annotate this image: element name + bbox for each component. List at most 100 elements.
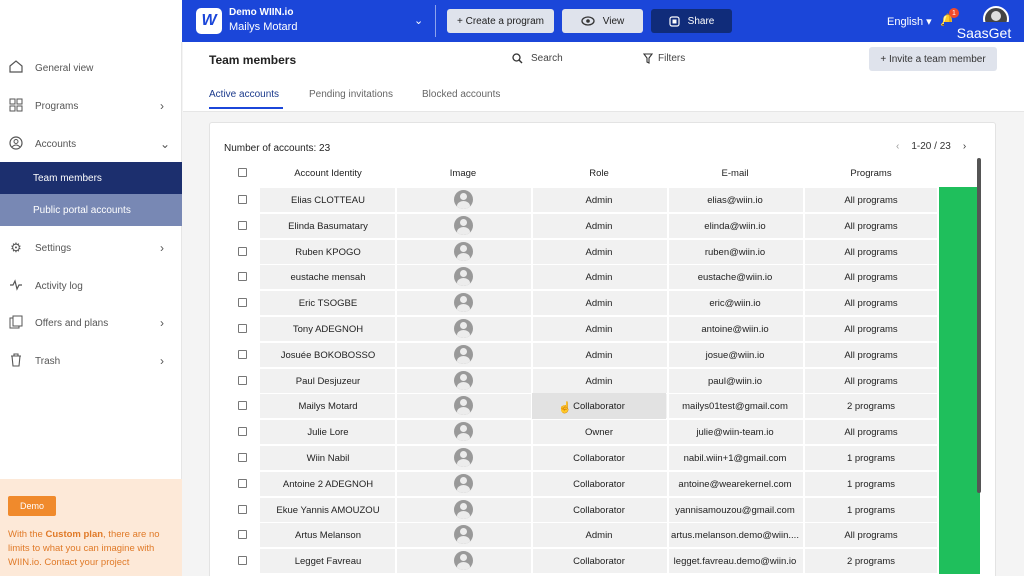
column-header[interactable]: Role: [589, 168, 609, 179]
status-indicator: [939, 212, 980, 239]
row-checkbox[interactable]: [238, 478, 247, 488]
account-identity: Wiin Nabil: [306, 452, 350, 464]
tab-pending-invitations[interactable]: Pending invitations: [309, 89, 393, 100]
account-identity: Artus Melanson: [294, 530, 362, 542]
chevron-down-icon[interactable]: ⌄: [414, 14, 423, 27]
sidebar-item-settings[interactable]: ⚙ Settings ›: [0, 230, 182, 266]
column-header[interactable]: Programs: [850, 168, 891, 179]
row-checkbox[interactable]: [238, 452, 247, 462]
column-header[interactable]: Image: [450, 168, 476, 179]
gear-icon: ⚙: [10, 240, 22, 255]
tab-blocked-accounts[interactable]: Blocked accounts: [422, 89, 500, 100]
row-checkbox[interactable]: [238, 246, 247, 256]
language-selector[interactable]: English ▾: [887, 15, 932, 28]
account-programs: 1 programs: [846, 504, 896, 516]
column-header[interactable]: E-mail: [722, 168, 749, 179]
account-email: julie@wiin-team.io: [696, 427, 774, 439]
row-checkbox[interactable]: [238, 298, 247, 308]
sidebar-item-trash[interactable]: Trash ›: [0, 343, 182, 379]
account-role: Owner: [585, 427, 613, 439]
table-row[interactable]: Elinda Basumatary Admin elinda@wiin.io All …: [227, 212, 980, 239]
wiin-logo-icon[interactable]: W: [196, 8, 222, 34]
chevron-right-icon[interactable]: ›: [963, 141, 966, 152]
promo-text-pre: With the: [8, 529, 46, 540]
table-row[interactable]: Eric TSOGBE Admin eric@wiin.io All programs: [227, 290, 980, 316]
account-identity: Eric TSOGBE: [298, 298, 358, 310]
select-all-checkbox[interactable]: [238, 168, 247, 177]
sidebar-subitem-team-members[interactable]: Team members: [0, 162, 182, 194]
share-label: Share: [687, 15, 715, 27]
create-program-button[interactable]: + Create a program: [447, 9, 554, 33]
row-checkbox[interactable]: [238, 272, 247, 282]
row-checkbox[interactable]: [238, 323, 247, 333]
avatar: [454, 215, 473, 235]
sidebar-item-label: Offers and plans: [35, 317, 109, 329]
row-checkbox[interactable]: [238, 349, 247, 359]
row-checkbox[interactable]: [238, 401, 247, 411]
sidebar-item-accounts[interactable]: Accounts ⌄: [0, 126, 182, 162]
status-indicator: [939, 522, 980, 549]
sidebar: General view Programs › Accounts ⌄ Team …: [0, 42, 182, 576]
table-row[interactable]: Antoine 2 ADEGNOH Collaborator antoine@wea…: [227, 470, 980, 497]
view-button[interactable]: View: [562, 9, 643, 33]
row-checkbox[interactable]: [238, 556, 247, 566]
table-row[interactable]: Artus Melanson Admin artus.melanson.demo@w…: [227, 522, 980, 549]
account-role: Collaborator: [573, 556, 625, 568]
row-checkbox[interactable]: [238, 220, 247, 230]
watermark: SaasGet: [944, 22, 1024, 44]
account-identity: eustache mensah: [290, 272, 366, 284]
promo-text: With the Custom plan, there are no limit…: [8, 528, 174, 570]
sidebar-item-offers-plans[interactable]: Offers and plans ›: [0, 305, 182, 341]
org-switcher[interactable]: Demo WIIN.io Mailys Motard: [229, 7, 297, 33]
row-checkbox[interactable]: [238, 375, 247, 385]
account-role: Admin: [585, 220, 613, 232]
row-checkbox[interactable]: [238, 504, 247, 514]
account-role: Collaborator: [573, 401, 625, 413]
table-row[interactable]: eustache mensah Admin eustache@wiin.io All …: [227, 264, 980, 291]
sidebar-item-general-view[interactable]: General view: [0, 50, 182, 86]
table-row[interactable]: Legget Favreau Collaborator legget.favreau…: [227, 548, 980, 574]
chevron-down-icon: ⌄: [160, 137, 171, 151]
tab-active-accounts[interactable]: Active accounts: [209, 89, 279, 100]
sidebar-subitem-public-portal[interactable]: Public portal accounts: [0, 194, 182, 226]
table-row[interactable]: Paul Desjuzeur Admin paul@wiin.io All progr…: [227, 367, 980, 394]
sidebar-item-programs[interactable]: Programs ›: [0, 88, 182, 124]
search-button[interactable]: Search: [512, 53, 563, 64]
table-row[interactable]: Julie Lore Owner julie@wiin-team.io All pro…: [227, 419, 980, 445]
content-header: Team members Search Filters + Invite a t…: [183, 42, 1024, 112]
share-button[interactable]: Share: [651, 9, 732, 33]
org-user: Mailys Motard: [229, 21, 298, 33]
invite-team-member-button[interactable]: + Invite a team member: [869, 47, 997, 71]
table-row[interactable]: Wiin Nabil Collaborator nabil.wiin+1@gmail…: [227, 444, 980, 471]
table-row[interactable]: Ruben KPOGO Admin ruben@wiin.io All program…: [227, 238, 980, 265]
account-programs: All programs: [844, 298, 898, 310]
page-title: Team members: [209, 53, 297, 67]
demo-badge[interactable]: Demo: [8, 496, 56, 516]
grid-icon: [8, 98, 24, 115]
chevron-left-icon[interactable]: ‹: [896, 141, 899, 152]
account-role: Admin: [585, 530, 613, 542]
account-role: Admin: [585, 272, 613, 284]
account-email: nabil.wiin+1@gmail.com: [683, 452, 787, 464]
account-programs: All programs: [844, 530, 898, 542]
search-icon: [512, 53, 523, 64]
row-checkbox[interactable]: [238, 427, 247, 437]
pager-range: 1-20 / 23: [911, 141, 951, 152]
column-header[interactable]: Account Identity: [294, 168, 362, 179]
table-row[interactable]: Mailys Motard Collaborator mailys01test@gm…: [227, 393, 980, 420]
header-divider: [435, 5, 436, 37]
table-row[interactable]: Ekue Yannis AMOUZOU Collaborator yannisamo…: [227, 496, 980, 523]
filters-label: Filters: [658, 53, 686, 64]
table-row[interactable]: Josuée BOKOBOSSO Admin josue@wiin.io All pr…: [227, 341, 980, 368]
row-checkbox[interactable]: [238, 530, 247, 540]
table-row[interactable]: Elias CLOTTEAU Admin elias@wiin.io All prog…: [227, 187, 980, 213]
sidebar-item-activity-log[interactable]: Activity log: [0, 268, 182, 304]
row-checkbox[interactable]: [238, 195, 247, 204]
table-scrollbar[interactable]: [977, 158, 981, 493]
account-role: Admin: [585, 349, 613, 361]
status-indicator: [939, 470, 980, 497]
filters-button[interactable]: Filters: [643, 53, 685, 64]
account-identity: Elinda Basumatary: [288, 220, 368, 232]
table-row[interactable]: Tony ADEGNOH Admin antoine@wiin.io All prog…: [227, 315, 980, 342]
promo-text-bold[interactable]: Custom plan: [46, 529, 104, 540]
